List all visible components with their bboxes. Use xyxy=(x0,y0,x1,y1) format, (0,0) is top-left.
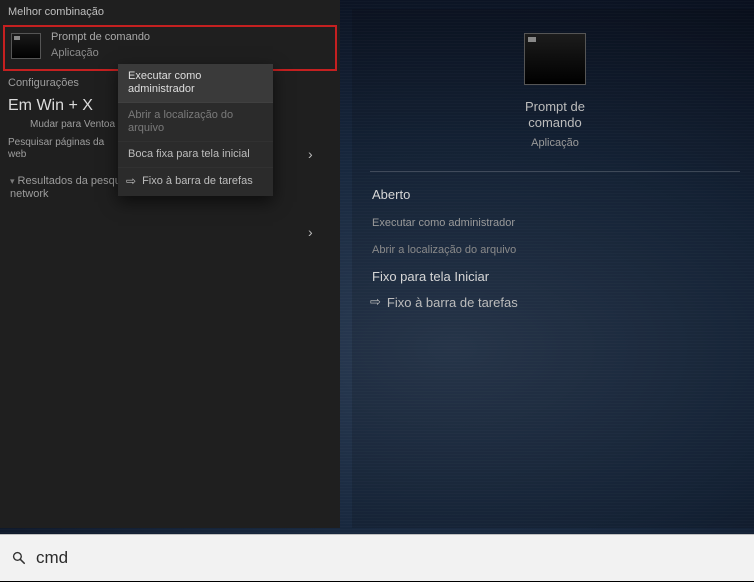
section-best-match-label: Melhor combinação xyxy=(0,0,340,22)
detail-title: Prompt de comando xyxy=(505,99,605,131)
best-match-subtitle: Aplicação xyxy=(51,47,150,59)
pin-icon: ⇨ xyxy=(370,294,381,310)
winx-subtext[interactable]: Mudar para Ventoa xyxy=(0,117,130,135)
ctx-pin-taskbar-label: Fixo à barra de tarefas xyxy=(142,175,253,187)
section-web-label: Pesquisar páginas da web xyxy=(0,135,120,167)
chevron-right-icon[interactable]: › xyxy=(308,146,313,162)
desktop-background: Melhor combinação Prompt de comando Apli… xyxy=(0,0,754,581)
detail-pin-taskbar-label: Fixo à barra de tarefas xyxy=(387,295,518,310)
best-match-title: Prompt de comando xyxy=(51,31,150,43)
pin-icon: ⇨ xyxy=(126,174,136,188)
detail-pin-start[interactable]: Fixo para tela Iniciar xyxy=(370,266,740,288)
detail-open-loc[interactable]: Abrir a localização do arquivo xyxy=(370,240,540,260)
ctx-open-file-location[interactable]: Abrir a localização do arquivo xyxy=(118,103,273,142)
cmd-icon-large xyxy=(524,33,586,85)
detail-run-admin[interactable]: Executar como administrador xyxy=(370,212,740,234)
ctx-pin-start[interactable]: Boca fixa para tela inicial xyxy=(118,142,273,168)
chevron-right-icon[interactable]: › xyxy=(308,224,313,240)
search-input[interactable] xyxy=(0,535,754,582)
detail-pin-taskbar[interactable]: ⇨ Fixo à barra de tarefas xyxy=(370,294,740,310)
separator xyxy=(370,171,740,172)
taskbar-search[interactable] xyxy=(0,535,754,582)
cmd-icon xyxy=(11,33,41,59)
ctx-pin-taskbar[interactable]: ⇨ Fixo à barra de tarefas xyxy=(118,168,273,196)
search-icon xyxy=(12,551,26,565)
ctx-run-as-admin[interactable]: Executar como administrador xyxy=(118,64,273,103)
detail-open[interactable]: Aberto xyxy=(370,184,740,206)
taskbar xyxy=(0,534,754,581)
context-menu: Executar como administrador Abrir a loca… xyxy=(118,64,273,196)
result-marker-icon: ▾ xyxy=(10,176,15,186)
detail-panel: Prompt de comando Aplicação Aberto Execu… xyxy=(352,9,754,528)
detail-subtitle: Aplicação xyxy=(370,137,740,149)
